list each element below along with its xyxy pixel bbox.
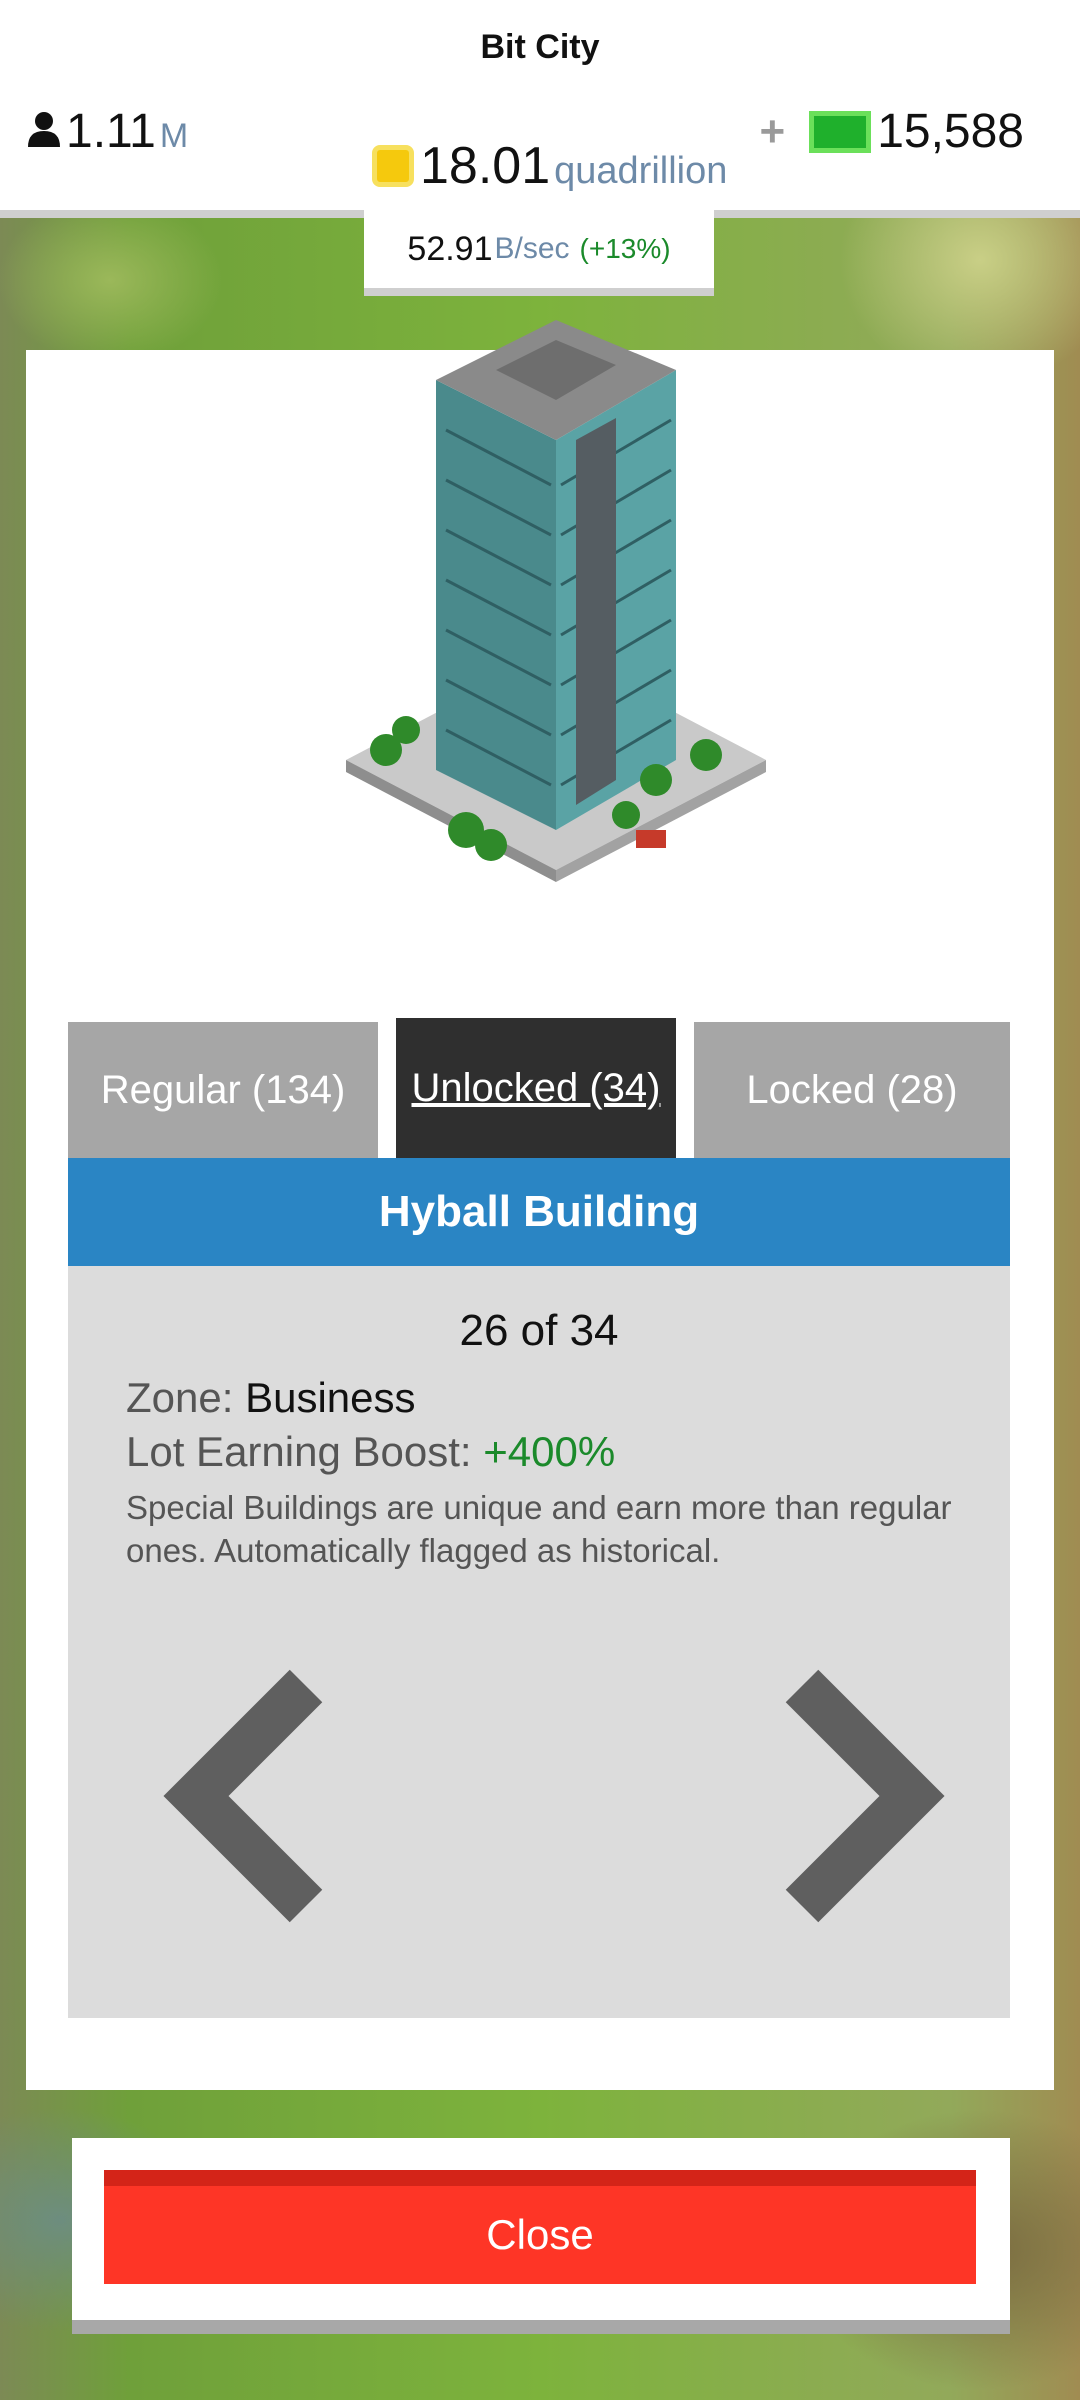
tab-locked[interactable]: Locked (28)	[694, 1022, 1010, 1158]
person-icon	[28, 112, 60, 147]
chevron-left-icon[interactable]	[156, 1666, 336, 1926]
zone-row: Zone: Business	[126, 1374, 416, 1422]
building-info-panel: 26 of 34 Zone: Business Lot Earning Boos…	[68, 1266, 1010, 2018]
city-name: Bit City	[480, 28, 600, 66]
building-catalog-dialog: Regular (134) Unlocked (34) Locked (28) …	[26, 320, 1054, 2090]
zone-label: Zone:	[126, 1374, 246, 1421]
income-change: (+13%)	[579, 233, 671, 264]
chevron-right-icon[interactable]	[772, 1666, 952, 1926]
tab-regular[interactable]: Regular (134)	[68, 1022, 378, 1158]
income-value: 52.91	[407, 229, 493, 268]
income-rate: 52.91 B/sec (+13%)	[364, 210, 714, 296]
income-unit: B/sec	[494, 232, 570, 265]
building-tabs: Regular (134) Unlocked (34) Locked (28)	[68, 1010, 1010, 1158]
boost-row: Lot Earning Boost: +400%	[126, 1428, 615, 1476]
tab-unlocked[interactable]: Unlocked (34)	[396, 1018, 676, 1158]
population-counter: 1.11 M	[26, 104, 188, 159]
coin-icon	[372, 145, 414, 187]
coin-value: 18.01	[420, 137, 551, 195]
building-title: Hyball Building	[68, 1158, 1010, 1266]
add-bucks-button[interactable]: +	[759, 107, 785, 157]
building-description: Special Buildings are unique and earn mo…	[126, 1489, 952, 1569]
boost-value: +400%	[483, 1428, 616, 1475]
zone-value: Business	[245, 1374, 416, 1421]
population-unit: M	[159, 117, 189, 155]
coin-unit: quadrillion	[554, 150, 728, 192]
boost-label: Lot Earning Boost:	[126, 1428, 484, 1475]
bucks-value: 15,588	[877, 105, 1024, 158]
bucks-balance[interactable]: + 15,588	[759, 104, 1024, 159]
close-button[interactable]: Close	[104, 2170, 976, 2284]
building-image	[346, 320, 766, 882]
building-counter: 26 of 34	[459, 1306, 619, 1355]
coin-balance: 18.01 quadrillion	[372, 136, 727, 196]
bill-icon	[809, 110, 872, 153]
close-button-frame: Close	[72, 2138, 1010, 2334]
top-status-bar: Bit City 1.11 M 18.01 quadrillion + 15,5…	[0, 0, 1080, 218]
population-value: 1.11	[66, 105, 156, 158]
